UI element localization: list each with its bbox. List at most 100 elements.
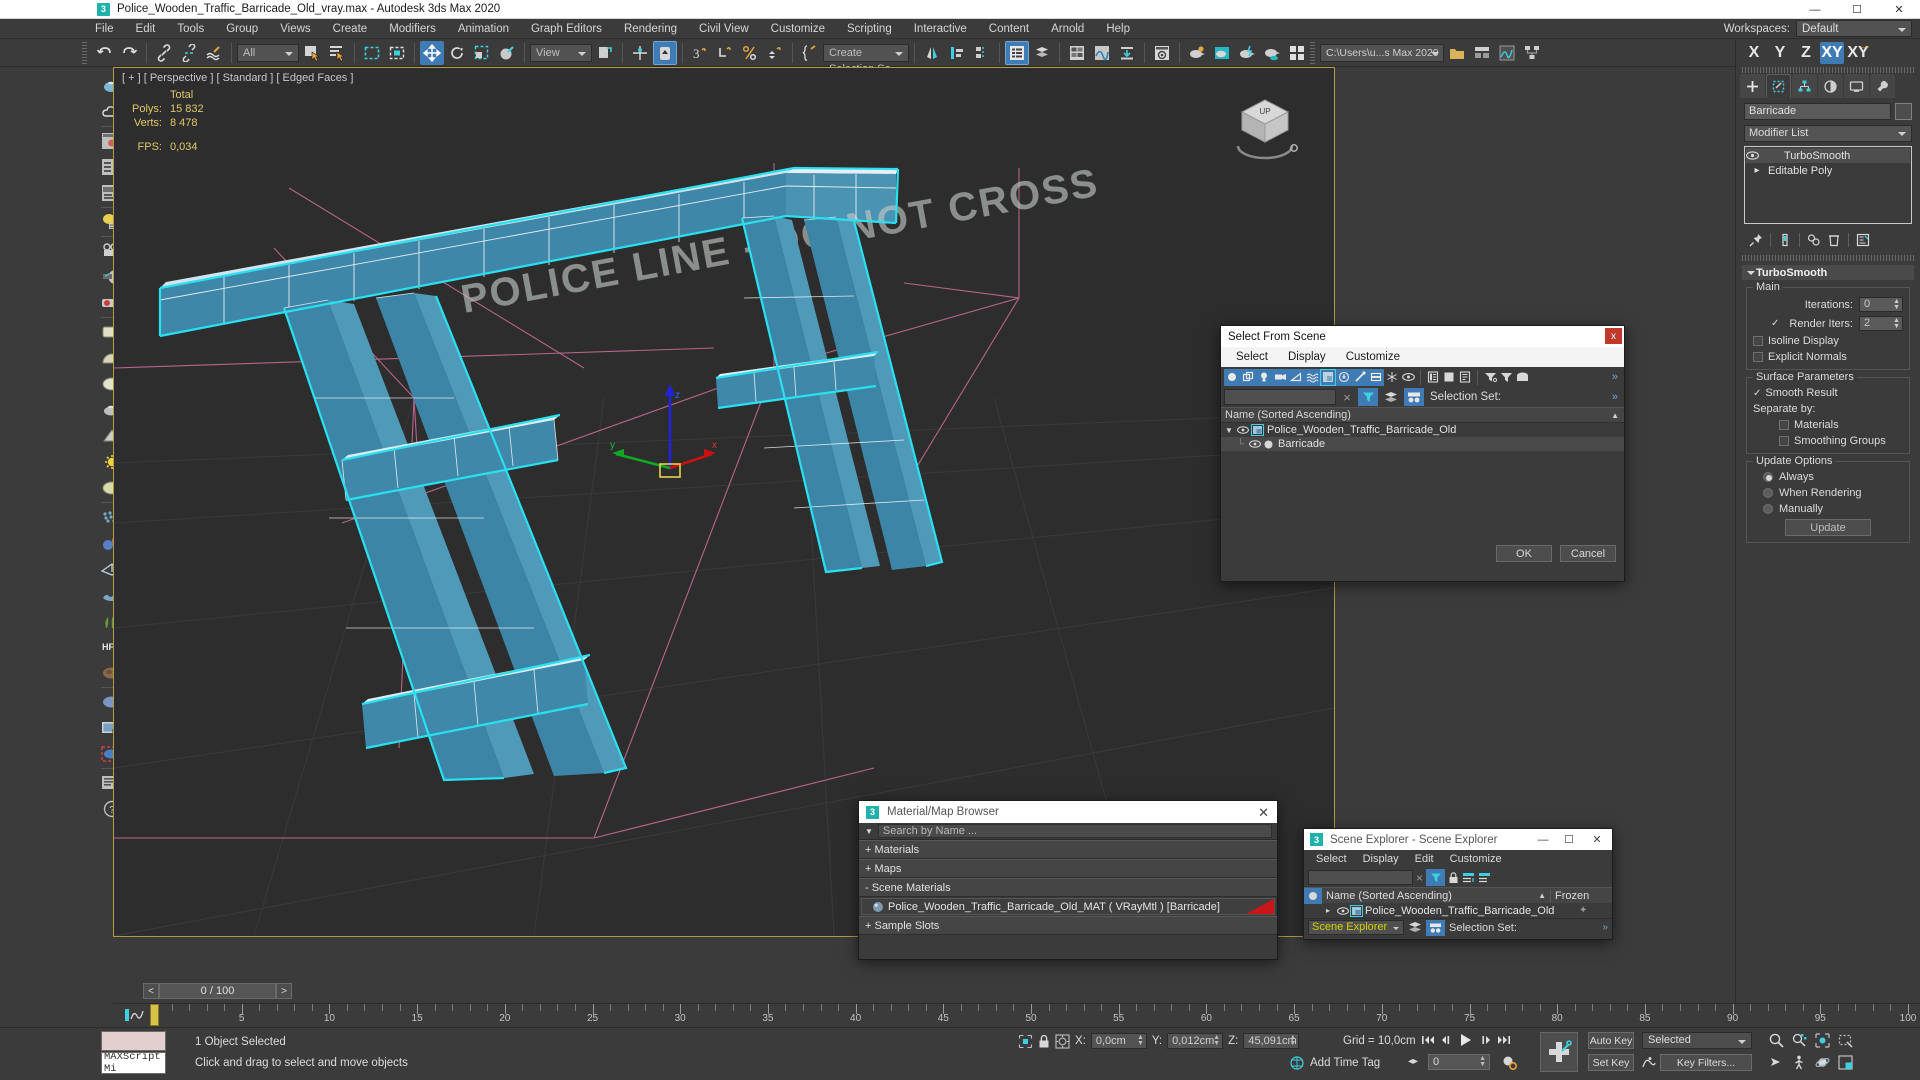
sfs-menu-select[interactable]: Select xyxy=(1226,347,1278,367)
ok-button[interactable]: OK xyxy=(1496,545,1552,562)
remove-modifier-icon[interactable] xyxy=(1824,231,1844,249)
toggle-scene-explorer-icon[interactable] xyxy=(1005,40,1029,65)
selection-filter-combo[interactable]: All xyxy=(237,43,299,62)
group-node-icon[interactable] xyxy=(1350,904,1365,917)
option-manually-row[interactable]: Manually xyxy=(1753,503,1903,515)
selection-lock-region-icon[interactable] xyxy=(1018,1034,1033,1049)
se-lock-icon[interactable] xyxy=(1448,871,1459,884)
group-node-icon[interactable] xyxy=(1251,424,1267,436)
se-sort-arrow-icon[interactable]: ▲ xyxy=(1538,891,1550,900)
key-filters-button[interactable]: Key Filters... xyxy=(1660,1054,1752,1071)
axis-x-button[interactable]: X xyxy=(1742,42,1766,64)
explicit-normals-row[interactable]: Explicit Normals xyxy=(1753,351,1903,363)
filter-bones-icon[interactable] xyxy=(1352,368,1368,386)
rendered-frame-window-icon[interactable] xyxy=(1150,41,1174,65)
redo-icon[interactable] xyxy=(117,41,141,65)
go-to-end-icon[interactable] xyxy=(1496,1032,1512,1048)
menu-content[interactable]: Content xyxy=(978,19,1040,39)
menu-file[interactable]: File xyxy=(84,19,125,39)
filter-containers-icon[interactable] xyxy=(1368,368,1384,386)
se-filter-toggle-icon[interactable] xyxy=(1426,869,1446,886)
default-in-out-tangents-icon[interactable] xyxy=(1640,1054,1658,1071)
mmb-title-bar[interactable]: 3 Material/Map Browser ✕ xyxy=(859,801,1277,823)
previous-frame-icon[interactable] xyxy=(1438,1032,1454,1048)
menu-views[interactable]: Views xyxy=(269,19,321,39)
axis-y-button[interactable]: Y xyxy=(1768,42,1792,64)
eye-icon[interactable] xyxy=(1249,440,1263,448)
eye-icon[interactable] xyxy=(1746,151,1768,160)
maximize-button[interactable]: ☐ xyxy=(1836,0,1878,19)
scene-search-input[interactable] xyxy=(1224,389,1336,405)
window-crossing-toggle-icon[interactable] xyxy=(385,41,409,65)
mmb-section-scene-materials[interactable]: - Scene Materials xyxy=(859,878,1277,897)
mesh-node-icon[interactable] xyxy=(1263,439,1278,450)
se-maximize-button[interactable]: ☐ xyxy=(1556,829,1582,850)
toolbar-options-icon[interactable] xyxy=(1514,369,1530,386)
axis-plane-cycle-button[interactable]: XY → xyxy=(1846,40,1871,64)
scene-list-column-header[interactable]: Name (Sorted Ascending) ▲ xyxy=(1221,407,1624,423)
spinner-snap-toggle-icon[interactable] xyxy=(713,41,737,65)
object-color-swatch[interactable] xyxy=(1895,103,1912,120)
filter-hidden-icon[interactable] xyxy=(1400,369,1416,386)
rollout-grip[interactable] xyxy=(1742,255,1914,261)
spinner-arrows-icon[interactable]: ▲ ▼ xyxy=(1479,1055,1486,1068)
mirror-icon[interactable] xyxy=(920,41,944,65)
explicit-normals-checkbox[interactable] xyxy=(1753,352,1763,362)
spinner-arrows-icon[interactable]: ▲ ▼ xyxy=(1213,1034,1220,1047)
materials-checkbox[interactable] xyxy=(1779,420,1789,430)
sort-arrow-icon[interactable]: ▲ xyxy=(1611,411,1619,420)
select-and-move-icon[interactable] xyxy=(420,40,444,65)
compact-material-editor-icon[interactable] xyxy=(1065,41,1089,65)
se-clear-search-icon[interactable]: × xyxy=(1416,871,1423,885)
x-coord-field[interactable]: 0,0cm ▲ ▼ xyxy=(1090,1033,1147,1049)
current-frame-display[interactable]: 0 / 100 xyxy=(159,983,276,999)
align-icon[interactable] xyxy=(945,41,969,65)
minimize-button[interactable]: — xyxy=(1794,0,1836,19)
bind-to-space-warp-icon[interactable] xyxy=(202,41,226,65)
search-filter-toggle-icon[interactable] xyxy=(1358,388,1378,406)
select-and-place-icon[interactable] xyxy=(495,41,519,65)
display-influences-icon[interactable] xyxy=(1441,369,1457,386)
selection-lock-icon[interactable] xyxy=(1038,1034,1050,1049)
sfs-menu-customize[interactable]: Customize xyxy=(1336,347,1410,367)
se-expand-all-icon[interactable] xyxy=(1462,872,1475,884)
layer-explorer-icon[interactable] xyxy=(970,41,994,65)
curve-editor-icon[interactable] xyxy=(1495,41,1519,65)
schematic-view-icon[interactable] xyxy=(1520,41,1544,65)
zoom-extents-icon[interactable] xyxy=(1814,1032,1831,1049)
menu-customize[interactable]: Customize xyxy=(760,19,836,39)
spinner-updown-icon[interactable] xyxy=(763,41,787,65)
tab-display[interactable] xyxy=(1844,74,1869,98)
dialog-title-bar[interactable]: Select From Scene x xyxy=(1221,326,1624,347)
se-frozen-cell[interactable]: ✦ xyxy=(1554,905,1612,916)
option-always-radio[interactable] xyxy=(1763,472,1773,482)
select-and-scale-icon[interactable] xyxy=(470,41,494,65)
reference-coordinate-system-combo[interactable]: View xyxy=(530,43,592,62)
workspaces-dropdown[interactable]: Default xyxy=(1796,20,1912,37)
undo-icon[interactable] xyxy=(92,41,116,65)
zoom-all-icon[interactable] xyxy=(1791,1032,1808,1049)
option-manually-radio[interactable] xyxy=(1763,504,1773,514)
tab-hierarchy[interactable] xyxy=(1792,74,1817,98)
maxscript-mini-listener-input[interactable]: MAXScript Mi xyxy=(101,1052,166,1074)
menu-rendering[interactable]: Rendering xyxy=(613,19,688,39)
mmb-section-maps[interactable]: + Maps xyxy=(859,859,1277,878)
iterations-spinner[interactable]: 0 ▲ ▼ xyxy=(1859,297,1903,312)
zoom-icon[interactable] xyxy=(1768,1032,1785,1049)
walkthrough-icon[interactable] xyxy=(1791,1054,1808,1071)
frame-step-icon[interactable]: ◂▸ xyxy=(1408,1056,1418,1067)
toolbar-grip[interactable] xyxy=(82,41,87,64)
filter-spacewarps-icon[interactable] xyxy=(1304,368,1320,386)
scene-object-list[interactable]: ▼ Police_Wooden_Traffic_Barricade_Old └ xyxy=(1221,423,1624,539)
menu-arnold[interactable]: Arnold xyxy=(1040,19,1095,39)
render-iterative-icon[interactable] xyxy=(1210,41,1234,65)
named-selection-sets-icon[interactable] xyxy=(798,41,822,65)
se-menu-display[interactable]: Display xyxy=(1355,850,1407,868)
mmb-section-sample-slots[interactable]: + Sample Slots xyxy=(859,916,1277,935)
menu-scripting[interactable]: Scripting xyxy=(836,19,903,39)
percent-snap-icon[interactable] xyxy=(738,41,762,65)
viewcube[interactable]: UP xyxy=(1230,90,1300,160)
open-curve-editor-icon[interactable] xyxy=(121,1007,147,1023)
axis-z-button[interactable]: Z xyxy=(1794,42,1818,64)
tab-modify[interactable] xyxy=(1766,74,1791,98)
